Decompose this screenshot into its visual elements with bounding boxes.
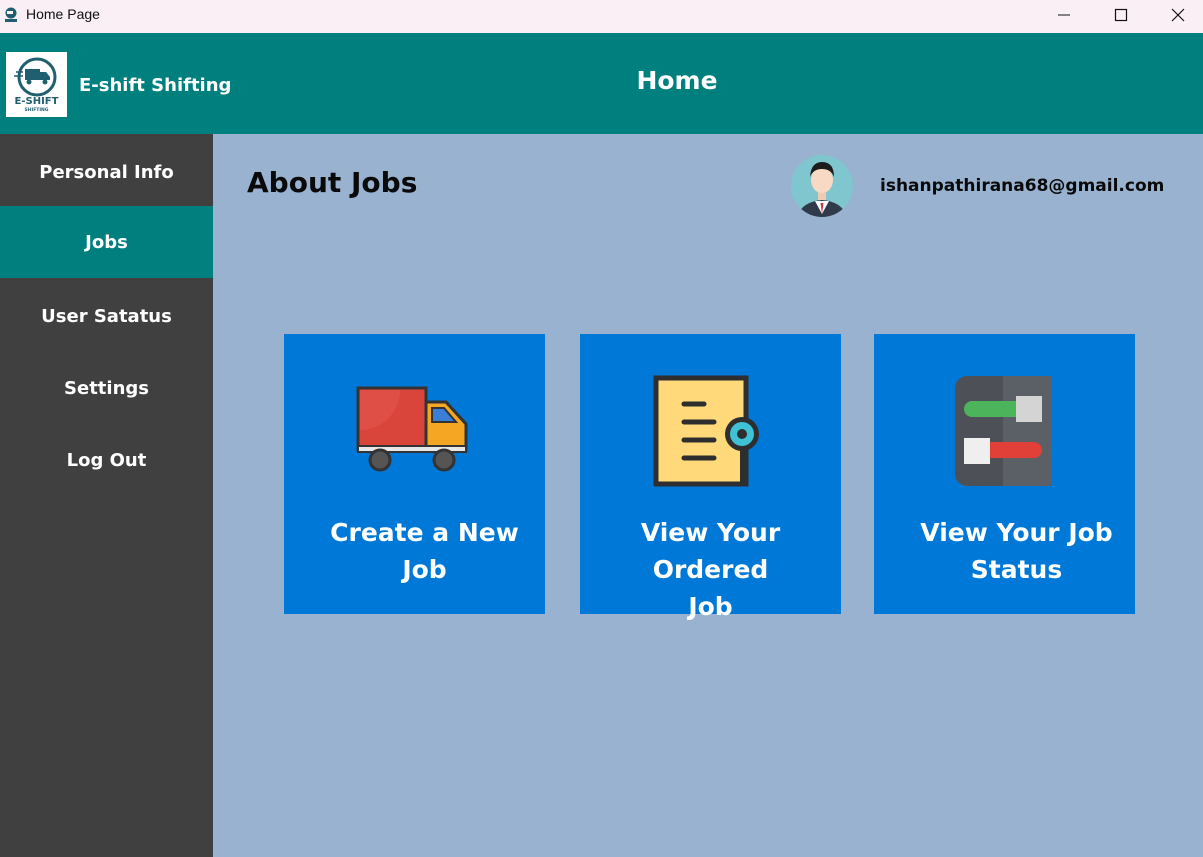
sidebar-item-user-status[interactable]: User Satatus xyxy=(0,280,213,352)
sidebar-item-label: User Satatus xyxy=(41,305,172,327)
minimize-icon xyxy=(1058,14,1070,16)
window-title: Home Page xyxy=(26,6,100,22)
view-ordered-job-label: View Your Ordered Job xyxy=(580,514,841,625)
app-header: E-SHIFT SHIFTING E-shift Shifting Home xyxy=(0,33,1203,134)
brand-logo: E-SHIFT SHIFTING xyxy=(6,52,67,117)
view-job-status-label: View Your Job Status xyxy=(886,514,1147,588)
sidebar-item-label: Log Out xyxy=(66,449,147,471)
sidebar: Personal Info Jobs User Satatus Settings… xyxy=(0,134,213,857)
truck-icon xyxy=(356,386,468,472)
card-label-line: Job xyxy=(402,555,447,584)
page-header-title: Home xyxy=(636,66,718,95)
card-label-line: View Your Ordered xyxy=(640,518,781,584)
view-job-status-card[interactable]: View Your Job Status xyxy=(874,334,1135,614)
truck-logo-icon: E-SHIFT SHIFTING xyxy=(14,57,59,113)
card-label-line: View Your Job xyxy=(920,518,1113,547)
app-icon xyxy=(5,7,17,22)
card-label-line: Create a New xyxy=(330,518,519,547)
sidebar-item-personal-info[interactable]: Personal Info xyxy=(0,136,213,208)
document-search-icon xyxy=(653,375,759,487)
avatar xyxy=(791,155,853,217)
toggle-switches-icon xyxy=(955,376,1052,486)
sidebar-item-label: Personal Info xyxy=(39,161,174,183)
create-job-label: Create a New Job xyxy=(294,514,555,588)
sidebar-item-jobs[interactable]: Jobs xyxy=(0,206,213,278)
brand-name: E-shift Shifting xyxy=(79,75,232,96)
page-title: About Jobs xyxy=(247,166,418,199)
close-icon xyxy=(1171,8,1185,22)
card-label-line: Job xyxy=(688,592,733,621)
minimize-button[interactable] xyxy=(1036,0,1092,30)
maximize-button[interactable] xyxy=(1093,0,1149,30)
maximize-icon xyxy=(1114,8,1128,22)
window-title-bar: Home Page xyxy=(0,0,1203,33)
user-email: ishanpathirana68@gmail.com xyxy=(880,176,1165,196)
sidebar-item-label: Jobs xyxy=(85,231,128,253)
view-ordered-job-card[interactable]: View Your Ordered Job xyxy=(580,334,841,621)
card-label-line: Status xyxy=(970,555,1063,584)
logo-text-top: E-SHIFT xyxy=(15,96,59,107)
close-button[interactable] xyxy=(1150,0,1203,30)
sidebar-item-log-out[interactable]: Log Out xyxy=(0,424,213,496)
sidebar-item-label: Settings xyxy=(64,377,149,399)
sidebar-item-settings[interactable]: Settings xyxy=(0,352,213,424)
create-job-card[interactable]: Create a New Job xyxy=(284,334,545,614)
logo-text-bottom: SHIFTING xyxy=(25,107,49,113)
